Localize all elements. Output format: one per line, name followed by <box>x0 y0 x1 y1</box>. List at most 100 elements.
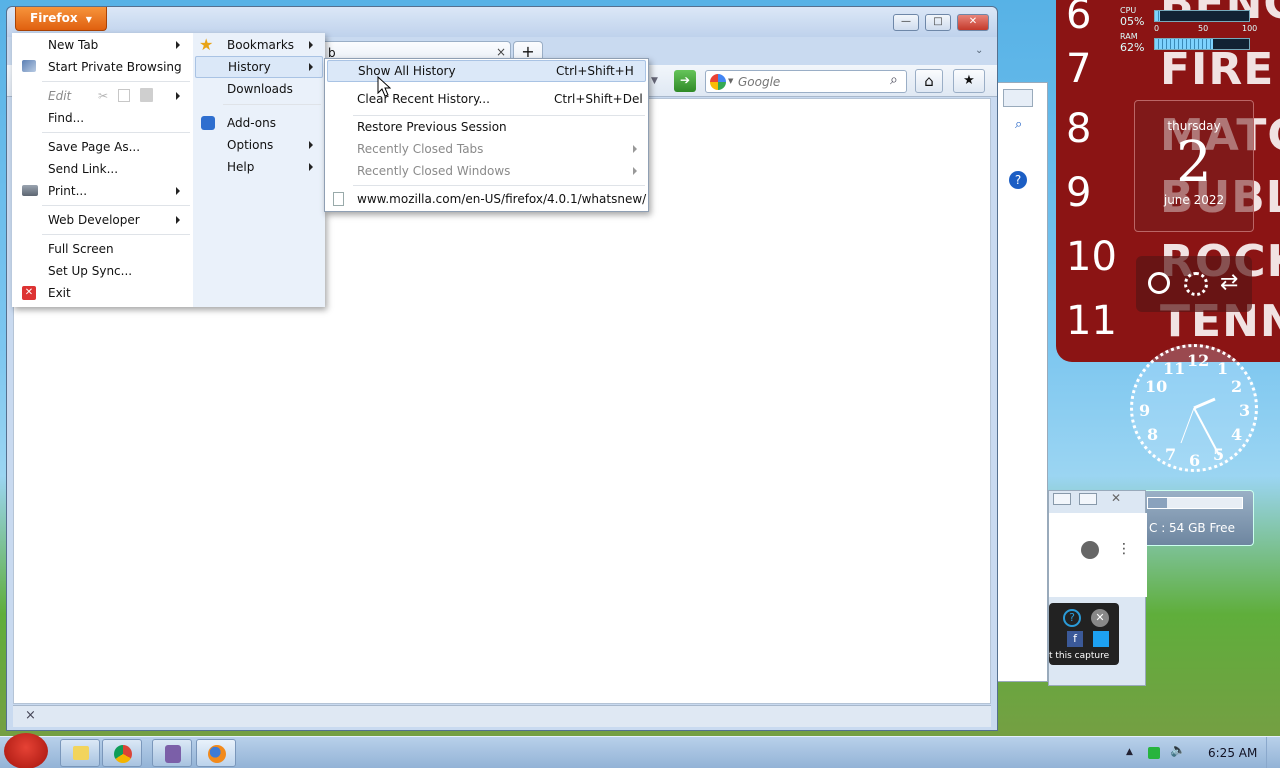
ram-value: 62% <box>1120 41 1145 54</box>
submenu-arrow-icon <box>176 187 180 195</box>
menu-item-label: Add-ons <box>227 116 276 130</box>
menu-separator <box>42 234 190 235</box>
bookmarks-star-icon[interactable]: ★ <box>953 69 985 93</box>
main-menu-left-column: New Tab Start Private Browsing Edit ✂ Fi… <box>12 33 193 307</box>
home-icon[interactable]: ⌂ <box>915 69 943 93</box>
menu-separator <box>42 132 190 133</box>
menu-item-find[interactable]: Find... <box>12 107 193 129</box>
menu-item-new-tab[interactable]: New Tab <box>12 34 193 56</box>
menu-separator <box>42 205 190 206</box>
menu-item-help[interactable]: Help <box>193 156 325 178</box>
network-icon[interactable] <box>1148 747 1160 759</box>
cpu-value: 05% <box>1120 15 1145 28</box>
swap-icon[interactable]: ⇄ <box>1220 270 1246 296</box>
scale-min: 0 <box>1154 24 1160 33</box>
menu-item-restore-previous-session[interactable]: Restore Previous Session <box>325 116 648 138</box>
menu-item-full-screen[interactable]: Full Screen <box>12 238 193 260</box>
menu-item-options[interactable]: Options <box>193 134 325 156</box>
main-menu-right-column: ★ Bookmarks History Downloads Add-ons Op… <box>193 33 325 307</box>
search-icon[interactable]: ⌕ <box>890 72 898 88</box>
tab-close-icon[interactable]: × <box>496 45 506 59</box>
show-desktop-button[interactable] <box>1266 737 1280 768</box>
mouse-cursor-icon <box>377 76 391 97</box>
close-button[interactable]: ✕ <box>957 14 989 31</box>
facebook-icon[interactable]: f <box>1067 631 1083 647</box>
menu-item-clear-recent-history[interactable]: Clear Recent History... Ctrl+Shift+Del <box>325 88 648 110</box>
menu-item-add-ons[interactable]: Add-ons <box>193 112 325 134</box>
menu-item-private-browsing[interactable]: Start Private Browsing <box>12 56 193 78</box>
help-icon[interactable]: ? <box>1009 171 1027 189</box>
menu-item-edit[interactable]: Edit ✂ <box>12 85 193 107</box>
hour-label: 6 <box>1066 0 1092 38</box>
submenu-arrow-icon <box>633 167 637 175</box>
bookmarks-star-icon: ★ <box>199 35 214 54</box>
menu-separator <box>353 185 645 186</box>
more-options-icon[interactable]: ⋮ <box>1117 541 1131 557</box>
volume-icon[interactable]: 🔈 <box>1170 743 1186 758</box>
addon-bar-close-icon[interactable]: × <box>25 708 36 723</box>
background-window[interactable]: ⌕ ? <box>996 82 1048 682</box>
close-button[interactable]: ✕ <box>1111 491 1121 505</box>
taskbar-firefox-button[interactable] <box>196 739 236 767</box>
submenu-arrow-icon <box>309 163 313 171</box>
maximize-button[interactable] <box>1079 493 1097 505</box>
cpu-ram-meter-gadget: CPU 05% 0 50 100 RAM 62% <box>1118 4 1262 54</box>
capture-link[interactable]: t this capture <box>1049 651 1109 661</box>
menu-item-label: Downloads <box>227 82 293 96</box>
engine-dropdown-icon[interactable]: ▼ <box>728 77 733 85</box>
menu-item-set-up-sync[interactable]: Set Up Sync... <box>12 260 193 282</box>
background-window-small[interactable]: ✕ ⋮ ? ✕ f t this capture <box>1048 490 1147 686</box>
ram-label: RAM <box>1120 32 1138 41</box>
taskbar-explorer-button[interactable] <box>60 739 100 767</box>
bg-window-close-button[interactable] <box>1003 89 1033 107</box>
google-engine-icon[interactable] <box>710 74 726 90</box>
menu-item-print[interactable]: Print... <box>12 180 193 202</box>
menu-item-send-link[interactable]: Send Link... <box>12 158 193 180</box>
cpu-bar <box>1154 10 1250 22</box>
menu-item-save-page[interactable]: Save Page As... <box>12 136 193 158</box>
firefox-menu-button[interactable]: Firefox ▼ <box>15 7 107 31</box>
search-icon[interactable]: ⌕ <box>1015 117 1037 135</box>
taskbar-app-button[interactable] <box>152 739 192 767</box>
maximize-button[interactable]: □ <box>925 14 951 31</box>
search-input[interactable] <box>738 73 882 90</box>
menu-item-label: Recently Closed Tabs <box>357 142 484 156</box>
account-icon[interactable] <box>1081 541 1099 559</box>
drive-free-label: C : 54 GB Free <box>1149 521 1235 535</box>
start-button[interactable] <box>4 733 48 768</box>
menu-item-bookmarks[interactable]: ★ Bookmarks <box>193 34 325 56</box>
go-arrow-icon[interactable]: ➔ <box>674 70 696 92</box>
menu-item-recently-closed-tabs[interactable]: Recently Closed Tabs <box>325 138 648 160</box>
close-icon[interactable]: ✕ <box>1091 609 1109 627</box>
menu-item-label: Show All History <box>358 64 456 78</box>
menu-item-exit[interactable]: ✕ Exit <box>12 282 193 304</box>
minimize-button[interactable] <box>1053 493 1071 505</box>
menu-item-show-all-history[interactable]: Show All History Ctrl+Shift+H <box>327 60 646 82</box>
url-history-dropdown-icon[interactable]: ▼ <box>651 71 667 91</box>
taskbar-chrome-button[interactable] <box>102 739 142 767</box>
private-browsing-icon <box>22 60 36 72</box>
submenu-arrow-icon <box>309 41 313 49</box>
menu-item-history-entry[interactable]: www.mozilla.com/en-US/firefox/4.0.1/what… <box>325 188 648 210</box>
tab-list-icon[interactable]: ⌄ <box>975 45 983 56</box>
menu-item-label: Print... <box>48 184 88 198</box>
show-hidden-icons-icon[interactable]: ▲ <box>1126 747 1133 757</box>
help-icon[interactable]: ? <box>1063 609 1081 627</box>
menu-item-downloads[interactable]: Downloads <box>193 78 325 100</box>
menu-item-label: Web Developer <box>48 213 140 227</box>
menu-item-web-developer[interactable]: Web Developer <box>12 209 193 231</box>
menu-item-recently-closed-windows[interactable]: Recently Closed Windows <box>325 160 648 182</box>
clock-time[interactable]: 6:25 AM <box>1208 746 1257 760</box>
clock-hands <box>1180 397 1220 456</box>
power-icon[interactable] <box>1148 272 1170 294</box>
cpu-label: CPU <box>1120 6 1137 15</box>
menu-item-history[interactable]: History <box>195 56 323 78</box>
hour-label: 11 <box>1066 298 1117 344</box>
settings-icon[interactable] <box>1184 272 1208 296</box>
menu-item-label: Start Private Browsing <box>48 60 182 74</box>
search-box[interactable]: ▼ ⌕ <box>705 70 907 93</box>
ram-bar-fill <box>1155 39 1214 49</box>
puzzle-piece-icon <box>201 116 215 130</box>
twitter-icon[interactable] <box>1093 631 1109 647</box>
minimize-button[interactable]: — <box>893 14 919 31</box>
